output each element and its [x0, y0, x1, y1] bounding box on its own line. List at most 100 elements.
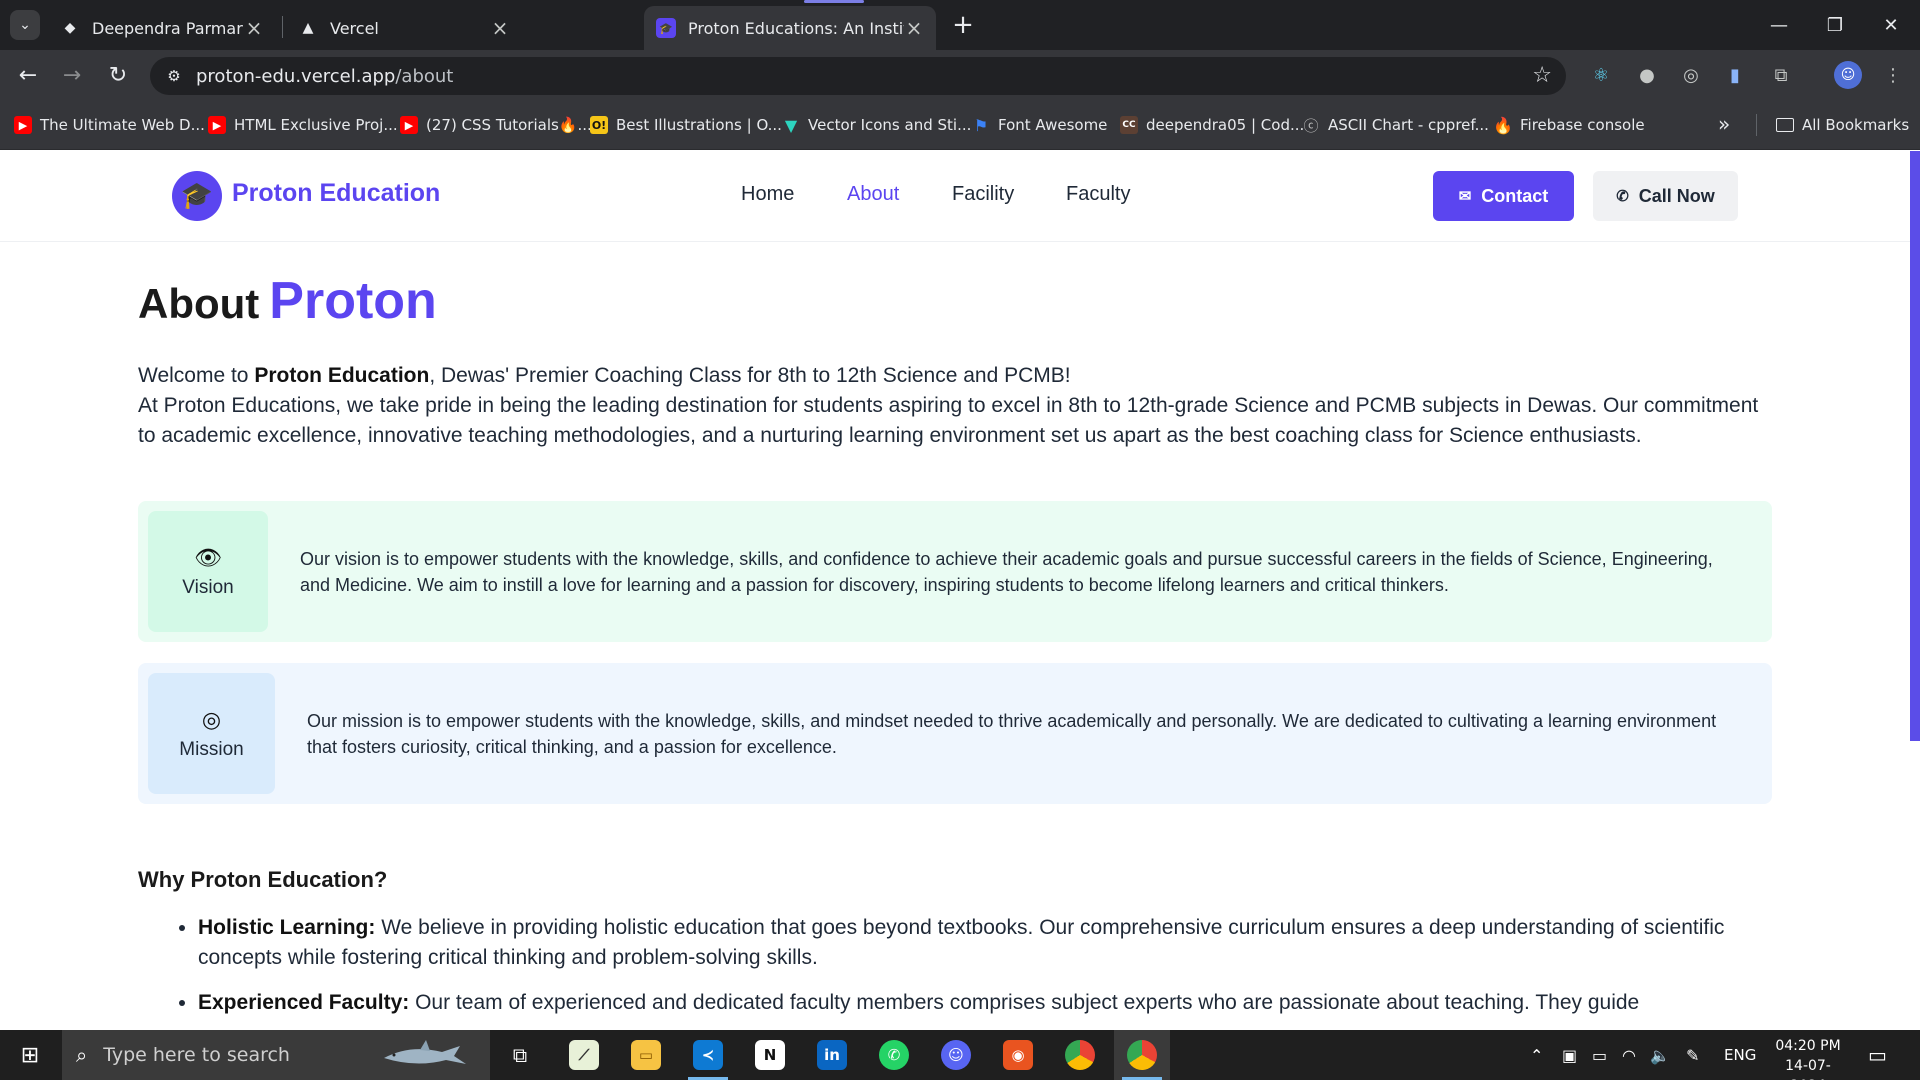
- target-extension-icon[interactable]: ◎: [1678, 62, 1704, 88]
- bookmark-item[interactable]: 🔥 Firebase console: [1493, 113, 1645, 137]
- tab-indicator: [804, 0, 864, 3]
- bookmark-item[interactable]: ▶ The Ultimate Web D...: [14, 113, 205, 137]
- extensions-puzzle-icon[interactable]: ⧉: [1768, 62, 1794, 88]
- firebase-icon: 🔥: [1493, 115, 1513, 135]
- address-bar[interactable]: ⚙ proton-edu.vercel.app/about ☆: [150, 57, 1566, 95]
- minimize-icon[interactable]: —: [1750, 0, 1808, 50]
- contact-button[interactable]: ✉ Contact: [1433, 171, 1574, 221]
- whatsapp-icon[interactable]: ✆: [866, 1030, 922, 1080]
- file-explorer-icon[interactable]: ▭: [618, 1030, 674, 1080]
- flag-icon: ⚑: [973, 115, 989, 135]
- nav-faculty[interactable]: Faculty: [1066, 183, 1130, 206]
- network-icon[interactable]: ◠: [1622, 1030, 1636, 1080]
- tray-app-icon[interactable]: ▣: [1562, 1030, 1577, 1080]
- bookmark-item[interactable]: ▼ Vector Icons and Sti...: [782, 113, 972, 137]
- vercel-triangle-icon: ▲: [302, 20, 314, 36]
- diamond-icon: ◆: [64, 20, 76, 36]
- graduation-cap-icon: 🎓: [656, 18, 676, 38]
- windows-start-icon[interactable]: ⊞: [0, 1030, 60, 1080]
- react-devtools-icon[interactable]: ⚛: [1588, 62, 1614, 88]
- bookmarks-divider: [1756, 114, 1757, 136]
- forward-icon[interactable]: →: [56, 59, 88, 91]
- tab-portfolio[interactable]: ◆ Deependra Parmar: Full Stack E ×: [48, 6, 276, 50]
- mission-badge: ◎ Mission: [148, 673, 275, 794]
- mission-card: ◎ Mission Our mission is to empower stud…: [138, 663, 1772, 804]
- web-page: 🎓 Proton Education Home About Facility F…: [0, 151, 1920, 1030]
- why-heading: Why Proton Education?: [138, 867, 388, 892]
- taskbar-search-box[interactable]: ⌕ Type here to search: [62, 1030, 490, 1080]
- notification-icon[interactable]: ▭: [1868, 1030, 1887, 1080]
- codechef-icon: CC: [1120, 116, 1138, 134]
- app-launcher-icon[interactable]: ⟋: [556, 1030, 612, 1080]
- close-icon[interactable]: ×: [490, 16, 510, 40]
- graduation-cap-logo-icon[interactable]: 🎓: [172, 171, 222, 221]
- why-list: Holistic Learning: We believe in providi…: [198, 913, 1772, 1030]
- ubuntu-icon[interactable]: ◉: [990, 1030, 1046, 1080]
- eye-icon: 👁: [194, 544, 222, 570]
- tab-vercel[interactable]: ▲ Vercel ×: [286, 6, 522, 50]
- tab-search-button[interactable]: ⌄: [10, 10, 40, 40]
- youtube-icon: ▶: [400, 116, 418, 134]
- back-icon[interactable]: ←: [12, 59, 44, 91]
- task-view-icon[interactable]: ⧉: [492, 1030, 548, 1080]
- windows-taskbar: ⊞ ⌕ Type here to search ⧉ ⟋ ▭ ≺ N in ✆ ☺…: [0, 1030, 1920, 1080]
- new-tab-button[interactable]: +: [948, 10, 978, 40]
- bookmark-star-icon[interactable]: ☆: [1532, 63, 1552, 88]
- illustration-icon: O!: [590, 116, 608, 134]
- nav-home[interactable]: Home: [741, 183, 794, 206]
- menu-kebab-icon[interactable]: ⋮: [1880, 62, 1906, 88]
- flaticon-icon: ▼: [784, 115, 798, 135]
- chrome-icon[interactable]: [1052, 1030, 1108, 1080]
- folder-icon: [1776, 118, 1794, 132]
- restore-icon[interactable]: ❐: [1806, 0, 1864, 50]
- pen-icon[interactable]: ✎: [1686, 1030, 1699, 1080]
- more-bookmarks-icon[interactable]: »: [1718, 112, 1730, 136]
- document-extension-icon[interactable]: ▮: [1722, 62, 1748, 88]
- site-logo-text[interactable]: Proton Education: [232, 179, 440, 208]
- bookmark-item[interactable]: ⓒ ASCII Chart - cppref...: [1302, 113, 1488, 137]
- mission-text: Our mission is to empower students with …: [307, 711, 1717, 757]
- bookmark-item[interactable]: ⚑ Font Awesome: [972, 113, 1108, 137]
- all-bookmarks-button[interactable]: All Bookmarks: [1776, 113, 1909, 137]
- bookmark-item[interactable]: ▶ (27) CSS Tutorials🔥...: [400, 113, 592, 137]
- browser-toolbar: ← → ↻ ⚙ proton-edu.vercel.app/about ☆ ⚛ …: [0, 50, 1920, 100]
- bookmark-item[interactable]: CC deependra05 | Cod...: [1120, 113, 1304, 137]
- site-info-icon[interactable]: ⚙: [164, 66, 184, 86]
- close-icon[interactable]: ×: [244, 16, 264, 40]
- list-item: Experienced Faculty: Our team of experie…: [198, 988, 1772, 1018]
- bookmark-item[interactable]: ▶ HTML Exclusive Proj...: [208, 113, 398, 137]
- cppreference-icon: ⓒ: [1303, 116, 1319, 135]
- language-indicator[interactable]: ENG: [1724, 1030, 1756, 1080]
- youtube-icon: ▶: [14, 116, 32, 134]
- bookmark-item[interactable]: O! Best Illustrations | O...: [590, 113, 782, 137]
- volume-icon[interactable]: 🔈: [1650, 1030, 1670, 1080]
- target-icon: ◎: [201, 706, 222, 732]
- notion-icon[interactable]: N: [742, 1030, 798, 1080]
- url-text[interactable]: proton-edu.vercel.app/about: [196, 66, 453, 87]
- extension-icon[interactable]: ●: [1634, 62, 1660, 88]
- close-icon[interactable]: ×: [904, 16, 924, 40]
- vision-badge: 👁 Vision: [148, 511, 268, 632]
- intro-text: Welcome to Proton Education, Dewas' Prem…: [138, 364, 1759, 447]
- window-close-icon[interactable]: ✕: [1862, 0, 1920, 50]
- bookmarks-bar: ▶ The Ultimate Web D... ▶ HTML Exclusive P…: [0, 100, 1920, 150]
- shark-illustration-icon: [384, 1040, 466, 1064]
- nav-facility[interactable]: Facility: [952, 183, 1014, 206]
- browser-tab-bar: ⌄ ◆ Deependra Parmar: Full Stack E × ▲ V…: [0, 0, 1920, 50]
- site-header: 🎓 Proton Education Home About Facility F…: [0, 151, 1910, 242]
- call-now-button[interactable]: ✆ Call Now: [1593, 171, 1738, 221]
- page-scrollbar[interactable]: [1910, 151, 1920, 741]
- battery-icon[interactable]: ▭: [1592, 1030, 1607, 1080]
- vscode-icon[interactable]: ≺: [680, 1030, 736, 1080]
- linkedin-icon[interactable]: in: [804, 1030, 860, 1080]
- profile-avatar[interactable]: ☺: [1834, 61, 1862, 89]
- system-clock[interactable]: 04:20 PM 14-07-2024: [1768, 1036, 1848, 1080]
- tab-proton[interactable]: 🎓 Proton Educations: An Institute ×: [644, 6, 936, 50]
- reload-icon[interactable]: ↻: [102, 59, 134, 91]
- discord-icon[interactable]: ☺: [928, 1030, 984, 1080]
- chrome-active-icon[interactable]: [1114, 1030, 1170, 1080]
- nav-about[interactable]: About: [847, 183, 899, 206]
- vision-text: Our vision is to empower students with t…: [300, 549, 1713, 595]
- search-icon: ⌕: [76, 1043, 88, 1067]
- show-hidden-icons[interactable]: ⌃: [1530, 1030, 1543, 1080]
